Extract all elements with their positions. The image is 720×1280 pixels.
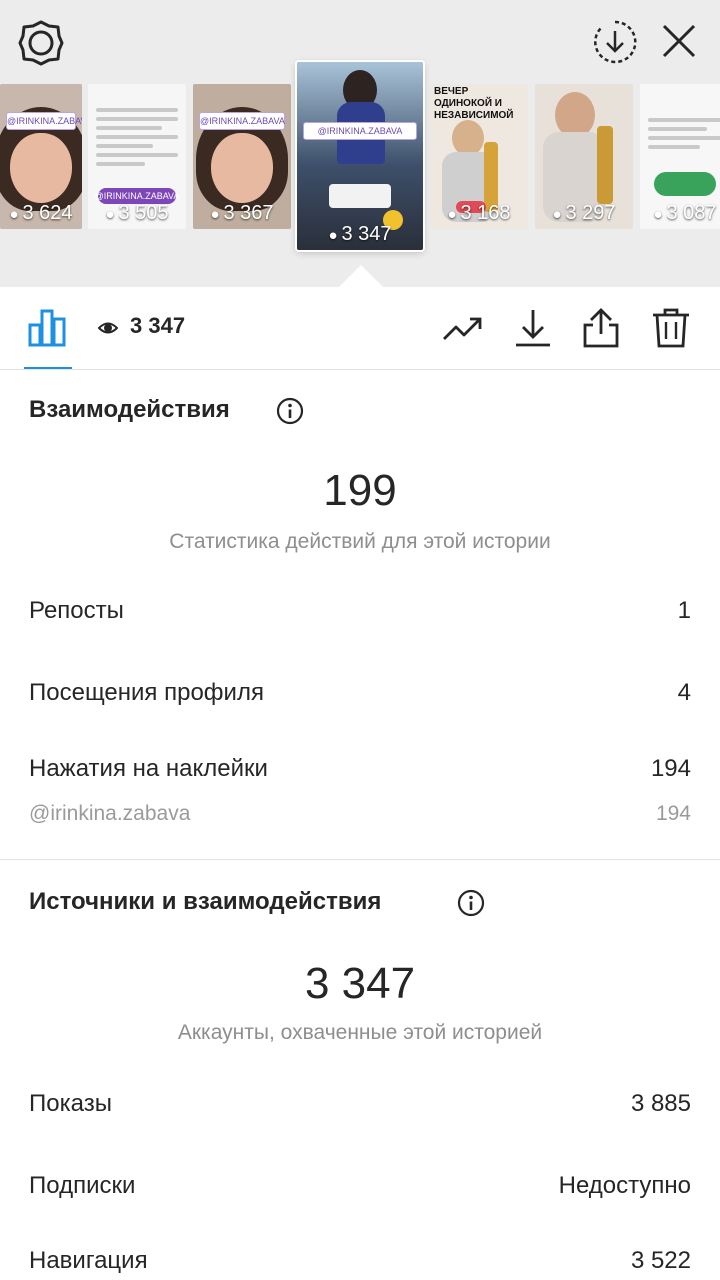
story-strip: @IRINKINA.ZABAVA ●3 624 @IRINKINA.ZABAVA…	[0, 0, 720, 287]
story-views: ● 3 297	[552, 202, 616, 224]
metric-value: 3 885	[630, 1090, 691, 1117]
story-views: ● 3 347	[328, 223, 392, 245]
metric-row-profile-visits: Посещения профиля 4	[29, 679, 691, 711]
metric-row-reposts: Репосты 1	[29, 597, 691, 629]
eye-icon: ●	[210, 206, 220, 223]
trash-icon[interactable]	[650, 307, 692, 349]
story-tag: @IRINKINA.ZABAVA	[199, 112, 285, 130]
story-thumbnail[interactable]: ВЕЧЕР ОДИНОКОЙ И НЕЗАВИСИМОЙ ● 3 168	[430, 84, 528, 229]
story-thumbnail[interactable]: @IRINKINA.ZABAVA ● 3 505	[88, 84, 186, 229]
story-thumbnail[interactable]: @IRINKINA.ZABAVA ● 3 367	[193, 84, 291, 229]
story-tag: ВЕЧЕР ОДИНОКОЙ И НЕЗАВИСИМОЙ	[434, 86, 514, 121]
metric-value: Недоступно	[558, 1172, 691, 1199]
story-tag: @IRINKINA.ZABAVA	[303, 122, 417, 140]
interactions-title: Взаимодействия	[29, 396, 230, 423]
story-views: ● 3 168	[447, 202, 511, 224]
interactions-total: 199	[323, 466, 397, 515]
tab-statistics[interactable]	[24, 287, 72, 369]
story-views: ● 3 624	[9, 202, 73, 224]
eye-icon: ●	[653, 206, 663, 223]
trend-icon[interactable]	[442, 307, 484, 349]
story-views: ● 3 367	[210, 202, 274, 224]
eye-icon: ●	[9, 206, 19, 223]
metric-value: 194	[655, 802, 691, 825]
metric-label: Нажатия на наклейки	[29, 755, 268, 782]
eye-icon	[98, 322, 118, 334]
metric-row-sticker-detail: @irinkina.zabava 194	[29, 802, 691, 834]
story-thumbnail[interactable]: @IRINKINA.ZABAVA ●3 624	[0, 84, 82, 229]
metric-label: Подписки	[29, 1172, 136, 1199]
interactions-subtitle: Статистика действий для этой истории	[169, 530, 551, 553]
metric-row-follows: Подписки Недоступно	[29, 1172, 691, 1204]
info-icon[interactable]	[276, 397, 304, 425]
story-views: ● 3 505	[105, 202, 169, 224]
eye-icon: ●	[328, 227, 338, 244]
metric-row-sticker-taps: Нажатия на наклейки 194	[29, 755, 691, 787]
story-views: ● 3 087	[653, 202, 717, 224]
close-icon[interactable]	[658, 20, 700, 62]
discovery-subtitle: Аккаунты, охваченные этой историей	[177, 1021, 543, 1044]
selected-story-pointer	[339, 265, 383, 287]
metric-label: Посещения профиля	[29, 679, 264, 706]
metric-row-navigation: Навигация 3 522	[29, 1247, 691, 1279]
section-divider	[0, 859, 720, 860]
story-thumbnail-selected[interactable]: @IRINKINA.ZABAVA ● 3 347	[297, 62, 423, 250]
metric-value: 4	[677, 679, 691, 706]
info-icon[interactable]	[457, 889, 485, 917]
insights-toolbar: 3 347	[0, 287, 720, 370]
metric-value: 3 522	[630, 1247, 691, 1274]
metric-label: Показы	[29, 1090, 112, 1117]
bar-chart-icon	[28, 309, 66, 347]
metric-label: @irinkina.zabava	[29, 802, 191, 825]
metric-label: Репосты	[29, 597, 124, 624]
eye-icon: ●	[552, 206, 562, 223]
metric-value: 194	[650, 755, 691, 782]
share-icon[interactable]	[580, 307, 622, 349]
settings-icon[interactable]	[18, 20, 64, 66]
download-icon[interactable]	[512, 307, 554, 349]
story-tag: @IRINKINA.ZABAVA	[6, 112, 82, 130]
discovery-title: Источники и взаимодействия	[29, 888, 382, 915]
metric-label: Навигация	[29, 1247, 148, 1274]
views-count: 3 347	[130, 313, 186, 338]
eye-icon: ●	[105, 206, 115, 223]
metric-row-impressions: Показы 3 885	[29, 1090, 691, 1122]
story-thumbnail[interactable]: ● 3 087	[640, 84, 720, 229]
download-circle-icon[interactable]	[591, 18, 639, 66]
story-thumbnail[interactable]: ● 3 297	[535, 84, 633, 229]
discovery-total: 3 347	[304, 959, 416, 1008]
metric-value: 1	[677, 597, 691, 624]
eye-icon: ●	[447, 206, 457, 223]
